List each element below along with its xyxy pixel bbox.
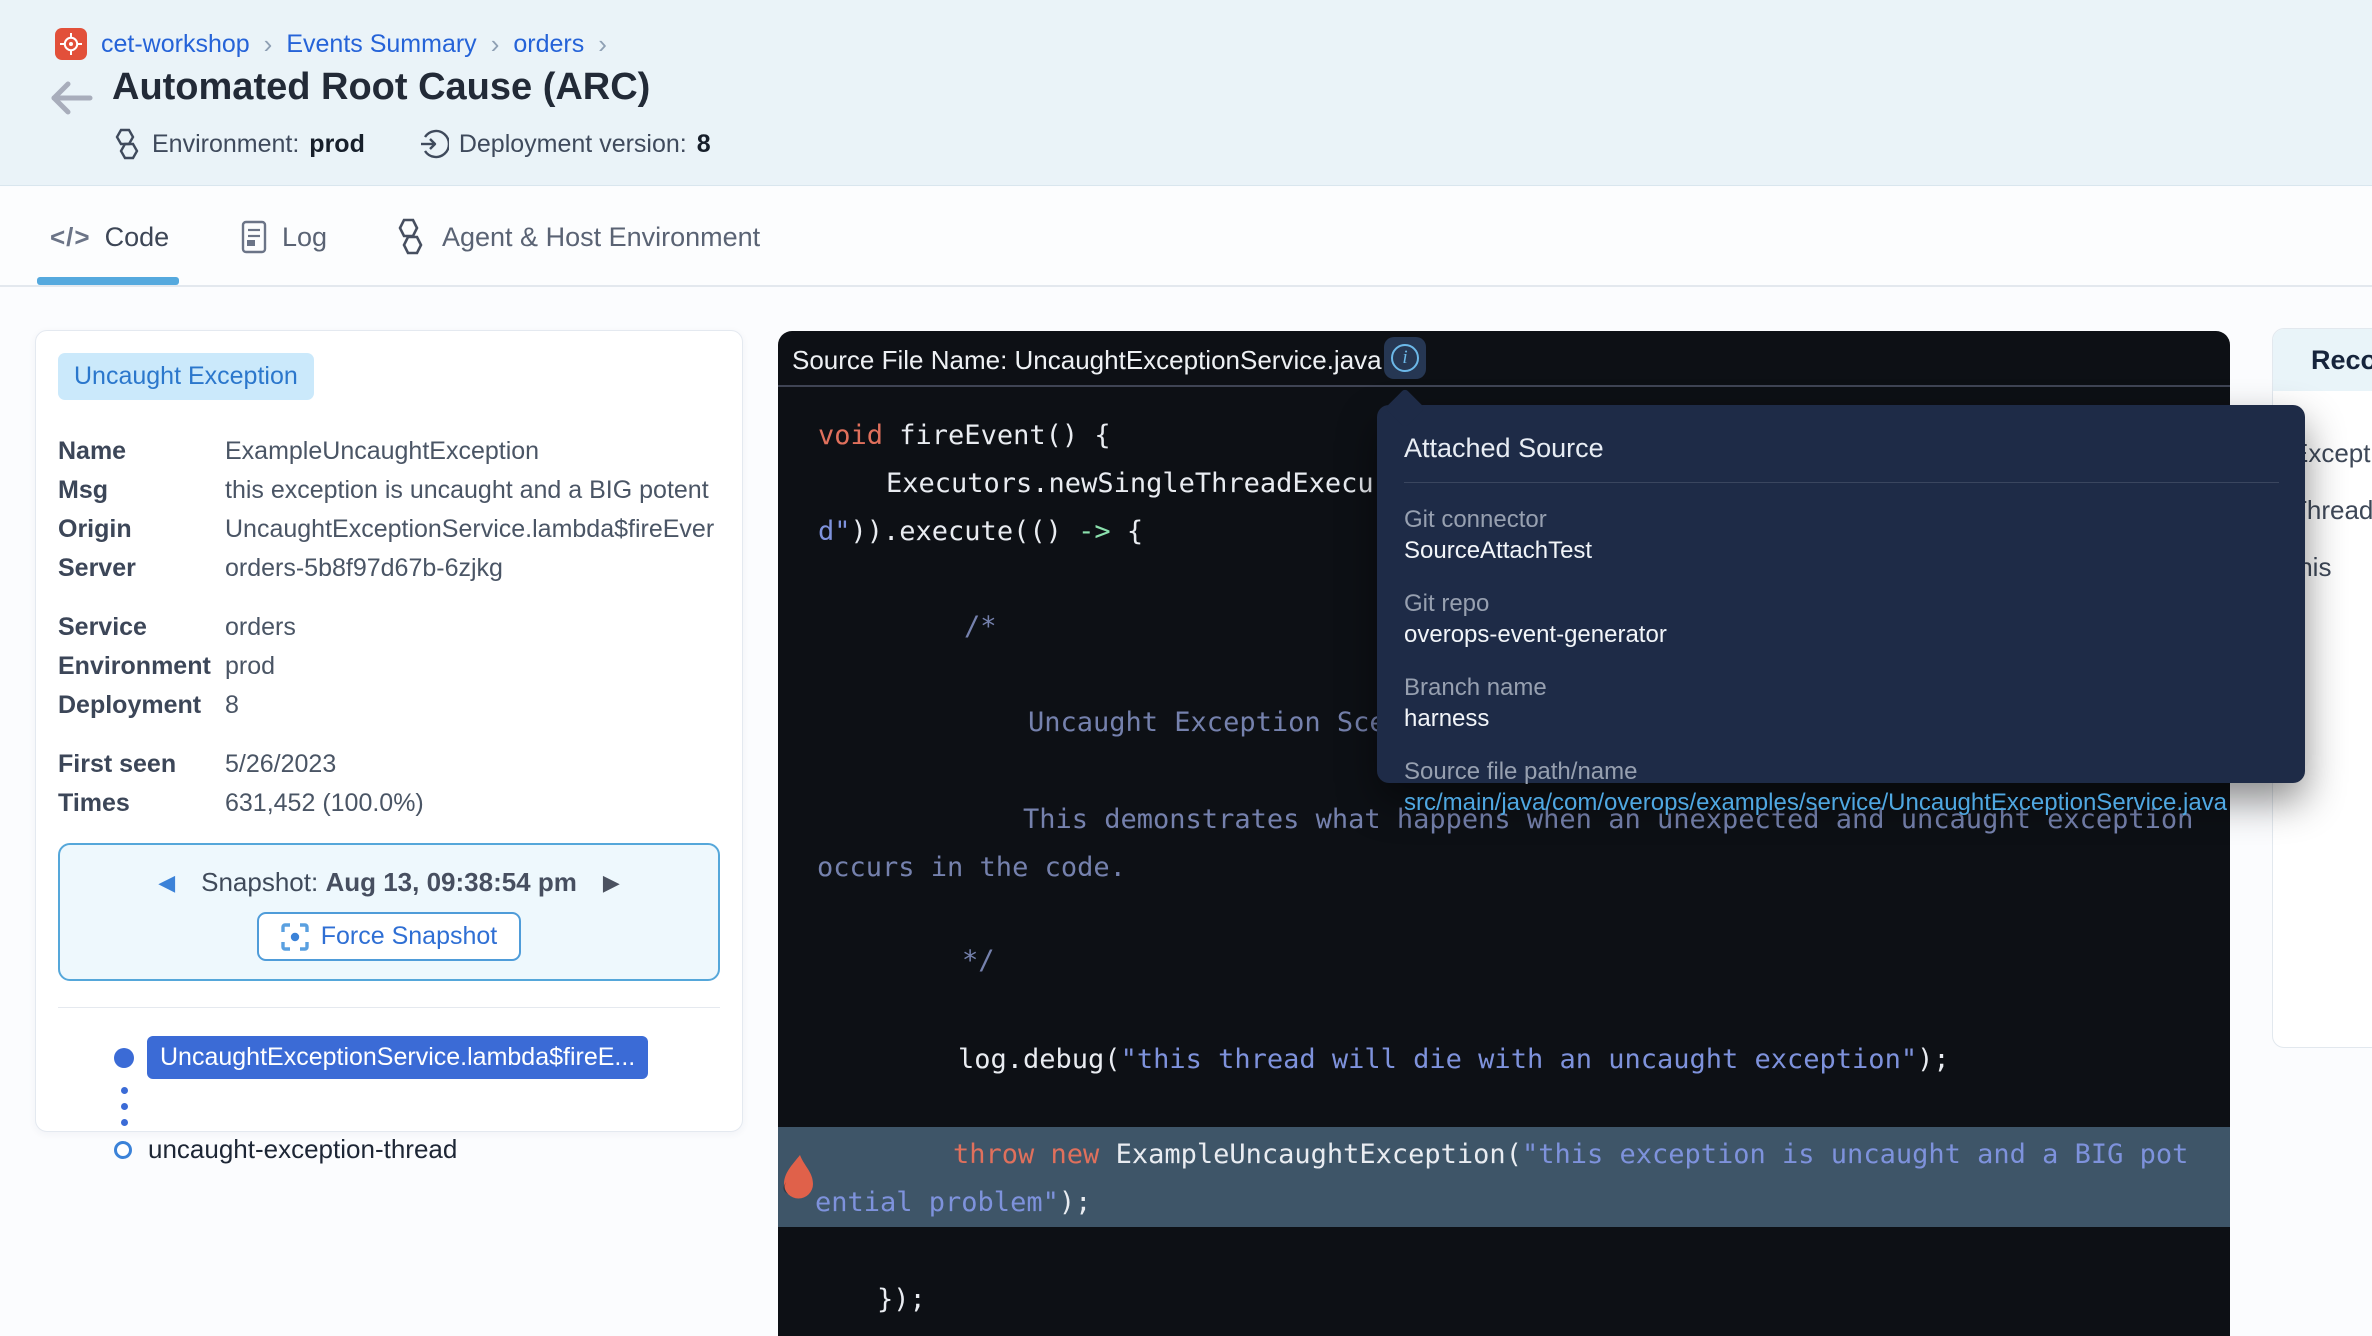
force-snapshot-icon xyxy=(281,923,309,951)
info-icon: i xyxy=(1391,344,1419,372)
snapshot-label: Snapshot: Aug 13, 09:38:54 pm xyxy=(201,867,577,898)
code-line: d")).execute(() -> { xyxy=(818,508,1143,556)
detail-label: Name xyxy=(58,437,225,466)
page-header: cet-workshop › Events Summary › orders ›… xyxy=(0,0,2372,186)
hexagons-icon xyxy=(392,217,428,257)
environment-value: prod xyxy=(309,130,365,159)
attached-source-info-button[interactable]: i xyxy=(1384,337,1426,379)
code-viewer-header: Source File Name: UncaughtExceptionServi… xyxy=(778,331,2230,387)
code-line: ential problem"); xyxy=(815,1179,1091,1227)
code-line: log.debug("this thread will die with an … xyxy=(958,1036,1950,1084)
breadcrumb-separator: › xyxy=(264,29,273,60)
detail-value: UncaughtExceptionService.lambda$fireEver xyxy=(225,515,725,544)
detail-label: Msg xyxy=(58,476,225,505)
detail-label: First seen xyxy=(58,750,225,779)
tooltip-field-git-connector: Git connector SourceAttachTest xyxy=(1404,504,2279,567)
breadcrumb-separator: › xyxy=(491,29,500,60)
page-title: Automated Root Cause (ARC) xyxy=(112,66,650,109)
snapshot-next-button[interactable]: ▶ xyxy=(603,872,620,894)
event-type-badge: Uncaught Exception xyxy=(58,353,314,400)
breadcrumb-item-events-summary[interactable]: Events Summary xyxy=(286,30,476,59)
tab-agent-host-environment[interactable]: Agent & Host Environment xyxy=(392,187,760,287)
detail-value: 5/26/2023 xyxy=(225,750,725,779)
stack-connector-dots xyxy=(121,1087,742,1126)
stack-frame-label: UncaughtExceptionService.lambda$fireE... xyxy=(147,1036,648,1079)
code-line: }); xyxy=(877,1276,926,1324)
source-file-path-link[interactable]: src/main/java/com/overops/examples/servi… xyxy=(1404,787,2279,819)
app-logo-icon[interactable] xyxy=(55,28,87,60)
active-tab-underline xyxy=(37,277,179,285)
detail-label: Origin xyxy=(58,515,225,544)
detail-label: Deployment xyxy=(58,691,225,720)
deployment-icon xyxy=(419,129,449,159)
deployment-value: 8 xyxy=(697,130,711,159)
snapshot-prev-button[interactable]: ◀ xyxy=(158,872,175,894)
side-panel-title: Recor xyxy=(2311,345,2372,376)
code-line: */ xyxy=(962,937,995,985)
log-tab-icon xyxy=(240,220,268,254)
event-details-group-3: First seen5/26/2023 Times631,452 (100.0%… xyxy=(58,745,742,823)
breadcrumb-item-workspace[interactable]: cet-workshop xyxy=(101,30,250,59)
attached-source-tooltip: Attached Source Git connector SourceAtta… xyxy=(1377,405,2305,783)
code-line: throw new ExampleUncaughtException("this… xyxy=(953,1131,2188,1179)
event-details-group-1: NameExampleUncaughtException Msgthis exc… xyxy=(58,432,742,588)
code-line: Uncaught Exception Sce xyxy=(1028,699,1386,747)
side-panel-header: Recor xyxy=(2273,329,2372,391)
stack-frame-thread[interactable]: uncaught-exception-thread xyxy=(58,1134,742,1165)
card-divider xyxy=(58,1007,720,1008)
event-summary-card: Uncaught Exception NameExampleUncaughtEx… xyxy=(35,330,743,1132)
detail-value: this exception is uncaught and a BIG pot… xyxy=(225,476,725,505)
tab-log[interactable]: Log xyxy=(240,187,327,287)
tooltip-field-branch-name: Branch name harness xyxy=(1404,672,2279,735)
back-arrow-icon[interactable] xyxy=(48,80,94,116)
detail-value: orders xyxy=(225,613,725,642)
code-line: /* xyxy=(964,603,997,651)
detail-label: Environment xyxy=(58,652,225,681)
code-line: void fireEvent() { xyxy=(818,412,1111,460)
environment-icon xyxy=(112,128,142,160)
event-details-group-2: Serviceorders Environmentprod Deployment… xyxy=(58,608,742,725)
breadcrumb-item-service[interactable]: orders xyxy=(513,30,584,59)
tooltip-title: Attached Source xyxy=(1404,433,2279,464)
tooltip-field-git-repo: Git repo overops-event-generator xyxy=(1404,588,2279,651)
detail-value: orders-5b8f97d67b-6zjkg xyxy=(225,554,725,583)
code-line: Executors.newSingleThreadExecu xyxy=(886,460,1374,508)
environment-label: Environment: xyxy=(152,130,299,159)
breadcrumb: cet-workshop › Events Summary › orders › xyxy=(55,28,607,60)
snapshot-timestamp: Aug 13, 09:38:54 pm xyxy=(325,867,576,897)
stack-ring-icon xyxy=(114,1141,132,1159)
detail-value: 631,452 (100.0%) xyxy=(225,789,725,818)
stack-frame-selected[interactable]: UncaughtExceptionService.lambda$fireE... xyxy=(58,1036,742,1079)
detail-label: Service xyxy=(58,613,225,642)
detail-label: Times xyxy=(58,789,225,818)
tooltip-field-source-path: Source file path/name src/main/java/com/… xyxy=(1404,756,2279,819)
force-snapshot-button[interactable]: Force Snapshot xyxy=(257,912,522,961)
stack-dot-icon xyxy=(114,1048,134,1068)
source-file-name: Source File Name: UncaughtExceptionServi… xyxy=(792,345,1382,376)
flame-event-icon[interactable] xyxy=(778,1153,816,1201)
code-line: occurs in the code. xyxy=(817,844,1126,892)
snapshot-navigator: ◀ Snapshot: Aug 13, 09:38:54 pm ▶ Force … xyxy=(58,843,720,981)
breadcrumb-separator: › xyxy=(598,29,607,60)
stack-frame-list: UncaughtExceptionService.lambda$fireE...… xyxy=(58,1036,742,1165)
detail-value: prod xyxy=(225,652,725,681)
detail-value: 8 xyxy=(225,691,725,720)
tab-bar: </> Code Log Agent & Host Environment Se… xyxy=(0,187,2372,287)
deployment-label: Deployment version: xyxy=(459,130,687,159)
detail-label: Server xyxy=(58,554,225,583)
event-meta-row: Environment: prod Deployment version: 8 xyxy=(112,128,711,160)
tab-code[interactable]: </> Code xyxy=(50,187,169,287)
code-tab-icon: </> xyxy=(50,222,91,253)
tooltip-divider xyxy=(1404,482,2279,483)
stack-thread-label: uncaught-exception-thread xyxy=(148,1134,457,1165)
detail-value: ExampleUncaughtException xyxy=(225,437,725,466)
